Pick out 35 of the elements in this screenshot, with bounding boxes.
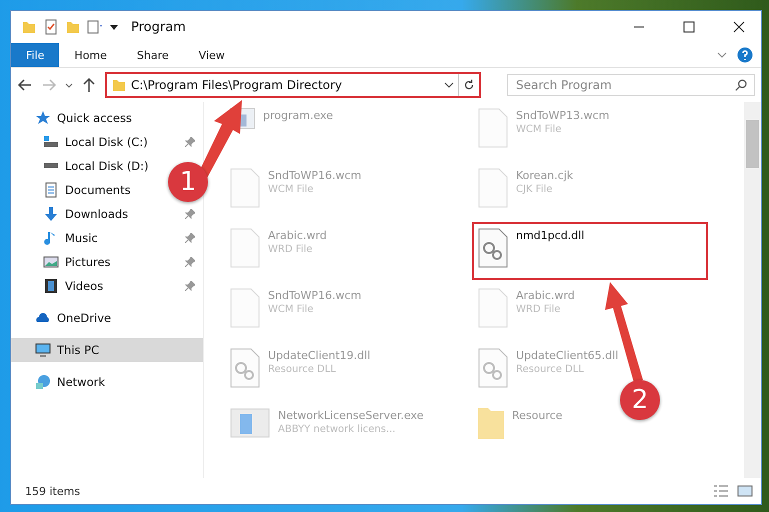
window-title: Program: [131, 20, 187, 34]
file-name: SndToWP16.wcm: [268, 169, 362, 182]
file-type: WCM File: [268, 304, 314, 315]
sidebar-label: Local Disk (C:): [65, 135, 149, 149]
file-name: Arabic.wrd: [516, 289, 575, 302]
sidebar-label: Quick access: [57, 111, 133, 125]
file-name: UpdateClient19.dll: [268, 349, 370, 362]
file-name: Resource: [512, 409, 562, 422]
file-type: WCM File: [516, 124, 562, 135]
file-name: nmd1pcd.dll: [516, 229, 584, 242]
sidebar-label: Documents: [65, 183, 132, 197]
sidebar-label: Music: [65, 231, 99, 245]
sidebar-label: Videos: [65, 279, 104, 293]
file-name: SndToWP16.wcm: [268, 289, 362, 302]
sidebar-label: Pictures: [65, 255, 112, 269]
file-name: Arabic.wrd: [268, 229, 327, 242]
file-type: WCM File: [268, 184, 314, 195]
item-count: 159 items: [25, 484, 82, 498]
file-type: WRD File: [268, 244, 314, 255]
file-name: UpdateClient65.dll: [516, 349, 618, 362]
sidebar-label: Downloads: [65, 207, 130, 221]
file-type: Resource DLL: [268, 364, 337, 375]
file-name: program.exe: [263, 109, 333, 122]
file-type: CJK File: [516, 184, 554, 195]
file-name: Korean.cjk: [516, 169, 574, 182]
file-type: Resource DLL: [516, 364, 585, 375]
file-type: ABBYY network licens...: [278, 424, 396, 435]
sidebar-label: This PC: [57, 343, 100, 357]
file-name: NetworkLicenseServer.exe: [278, 409, 424, 422]
sidebar-label: Network: [57, 375, 106, 389]
address-path: C:\Program Files\Program Directory: [131, 78, 344, 92]
file-type: WRD File: [516, 304, 562, 315]
sidebar-label: Local Disk (D:): [65, 159, 150, 173]
sidebar-label: OneDrive: [57, 311, 112, 325]
file-name: SndToWP13.wcm: [516, 109, 610, 122]
